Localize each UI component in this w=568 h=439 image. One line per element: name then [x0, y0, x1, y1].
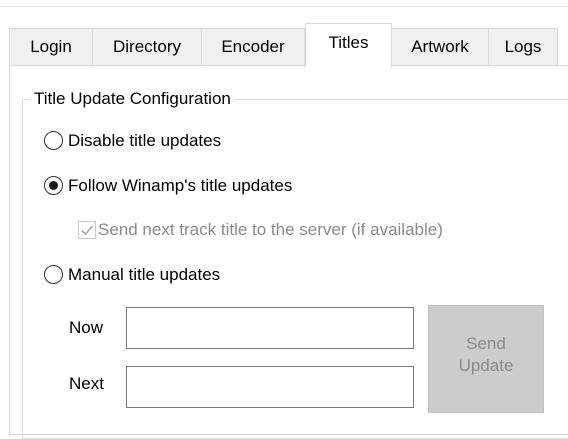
- radio-label: Disable title updates: [68, 131, 222, 150]
- send-button-line1: Send: [466, 334, 506, 353]
- radio-label: Manual title updates: [68, 265, 221, 284]
- tab-label: Titles: [328, 33, 369, 52]
- tab-logs[interactable]: Logs: [488, 28, 558, 66]
- tab-directory[interactable]: Directory: [92, 28, 202, 66]
- tab-label: Encoder: [221, 37, 285, 56]
- groupbox-title: Title Update Configuration: [30, 87, 235, 111]
- tab-login[interactable]: Login: [9, 28, 93, 66]
- send-button-line2: Update: [458, 356, 514, 375]
- checkbox-label: Send next track title to the server (if …: [98, 220, 443, 239]
- radio-unselected-icon: [44, 131, 63, 150]
- tab-titles[interactable]: Titles: [305, 23, 392, 68]
- tab-label: Directory: [112, 37, 181, 56]
- tab-artwork[interactable]: Artwork: [391, 28, 489, 66]
- tab-label: Logs: [504, 37, 542, 56]
- send-update-button[interactable]: Send Update: [428, 305, 544, 413]
- tab-label: Artwork: [411, 37, 469, 56]
- next-label: Next: [69, 374, 104, 393]
- radio-label: Follow Winamp's title updates: [68, 176, 293, 195]
- tab-encoder[interactable]: Encoder: [201, 28, 305, 66]
- checkmark-icon: [78, 221, 96, 239]
- tab-label: Login: [30, 37, 72, 56]
- radio-selected-icon: [44, 176, 63, 195]
- now-label: Now: [69, 318, 104, 337]
- radio-unselected-icon: [44, 265, 63, 284]
- tab-strip: Login Directory Encoder Titles Artwork L…: [0, 0, 568, 68]
- now-title-input[interactable]: [126, 307, 414, 349]
- next-title-input[interactable]: [126, 366, 414, 408]
